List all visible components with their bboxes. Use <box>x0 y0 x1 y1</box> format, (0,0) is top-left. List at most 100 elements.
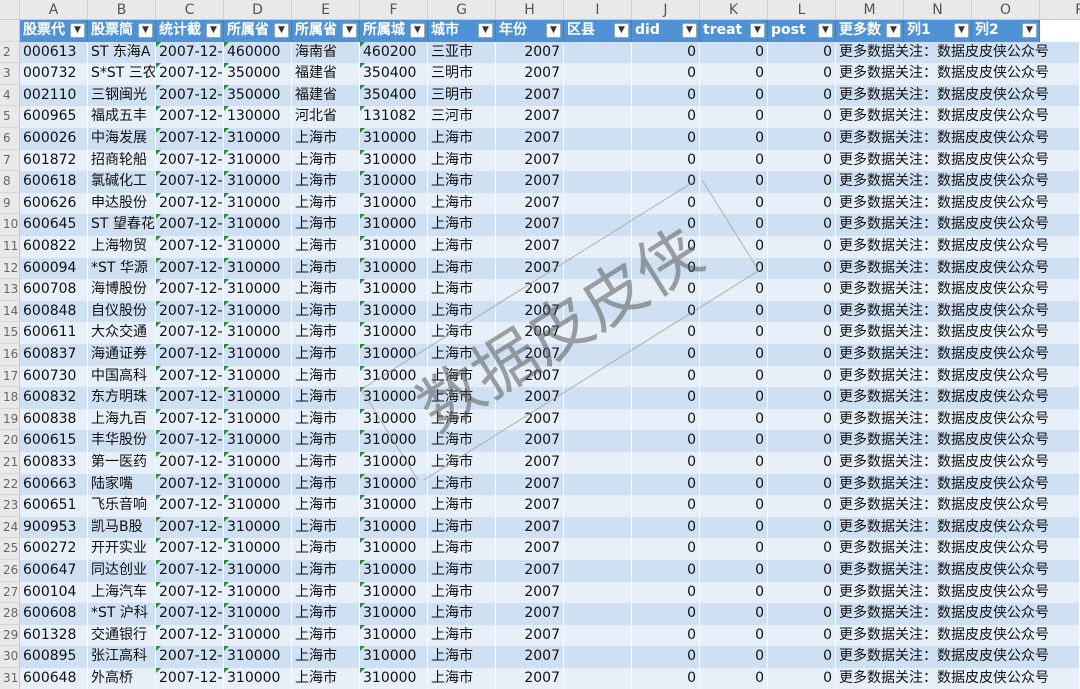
cell-treat[interactable]: 0 <box>700 41 768 64</box>
cell-county[interactable] <box>564 128 632 150</box>
cell-year[interactable]: 2007 <box>496 646 564 668</box>
row-number[interactable]: 11 <box>0 236 20 258</box>
column-header-d[interactable]: D <box>224 0 292 20</box>
cell-more[interactable]: 更多数据关注：数据皮皮侠公众号 <box>836 279 1080 301</box>
cell-date[interactable]: 2007-12-3 <box>156 214 224 236</box>
cell-more[interactable]: 更多数据关注：数据皮皮侠公众号 <box>836 516 1080 539</box>
cell-treat[interactable]: 0 <box>700 430 768 452</box>
cell-treat[interactable]: 0 <box>700 257 768 280</box>
cell-name[interactable]: 同达创业 <box>88 560 156 582</box>
header-cell-j[interactable]: did ▼ <box>632 20 700 42</box>
cell-prov[interactable]: 上海市 <box>292 300 360 323</box>
cell-name[interactable]: 大众交通 <box>88 322 156 344</box>
cell-prov[interactable]: 上海市 <box>292 149 360 172</box>
cell-post[interactable]: 0 <box>768 516 836 539</box>
cell-date[interactable]: 2007-12-3 <box>156 538 224 560</box>
cell-date[interactable]: 2007-12-3 <box>156 84 224 107</box>
cell-treat[interactable]: 0 <box>700 408 768 431</box>
cell-name[interactable]: 自仪股份 <box>88 300 156 323</box>
cell-county[interactable] <box>564 430 632 452</box>
cell-city[interactable]: 三明市 <box>428 63 496 85</box>
cell-county[interactable] <box>564 495 632 517</box>
cell-date[interactable]: 2007-12-3 <box>156 149 224 172</box>
cell-prov[interactable]: 上海市 <box>292 430 360 452</box>
cell-city[interactable]: 上海市 <box>428 387 496 409</box>
cell-treat[interactable]: 0 <box>700 236 768 258</box>
cell-year[interactable]: 2007 <box>496 408 564 431</box>
column-header-a[interactable]: A <box>20 0 88 20</box>
row-number[interactable]: 29 <box>0 624 20 647</box>
column-header-c[interactable]: C <box>156 0 224 20</box>
cell-name[interactable]: 交通银行 <box>88 624 156 647</box>
cell-city[interactable]: 上海市 <box>428 452 496 474</box>
cell-did[interactable]: 0 <box>632 84 700 107</box>
cell-county[interactable] <box>564 84 632 107</box>
cell-post[interactable]: 0 <box>768 63 836 85</box>
cell-date[interactable]: 2007-12-3 <box>156 300 224 323</box>
cell-treat[interactable]: 0 <box>700 646 768 668</box>
cell-prov_code[interactable]: 310000 <box>224 149 292 172</box>
cell-year[interactable]: 2007 <box>496 106 564 128</box>
cell-post[interactable]: 0 <box>768 668 836 689</box>
cell-more[interactable]: 更多数据关注：数据皮皮侠公众号 <box>836 452 1080 474</box>
cell-year[interactable]: 2007 <box>496 149 564 172</box>
cell-prov[interactable]: 上海市 <box>292 408 360 431</box>
cell-code[interactable]: 600611 <box>20 322 88 344</box>
cell-name[interactable]: 海博股份 <box>88 279 156 301</box>
cell-city_code[interactable]: 310000 <box>360 365 428 388</box>
cell-date[interactable]: 2007-12-3 <box>156 128 224 150</box>
cell-date[interactable]: 2007-12-3 <box>156 430 224 452</box>
cell-prov[interactable]: 上海市 <box>292 279 360 301</box>
cell-county[interactable] <box>564 236 632 258</box>
cell-name[interactable]: 飞乐音响 <box>88 495 156 517</box>
row-number[interactable]: 30 <box>0 646 20 668</box>
cell-code[interactable]: 600618 <box>20 171 88 193</box>
cell-prov[interactable]: 上海市 <box>292 495 360 517</box>
cell-did[interactable]: 0 <box>632 538 700 560</box>
cell-year[interactable]: 2007 <box>496 63 564 85</box>
cell-city[interactable]: 三亚市 <box>428 41 496 64</box>
cell-city[interactable]: 上海市 <box>428 473 496 496</box>
dropdown-filter-icon[interactable]: ▼ <box>206 23 221 38</box>
cell-year[interactable]: 2007 <box>496 300 564 323</box>
cell-prov[interactable]: 上海市 <box>292 171 360 193</box>
cell-did[interactable]: 0 <box>632 63 700 85</box>
cell-city[interactable]: 三明市 <box>428 84 496 107</box>
header-cell-l[interactable]: post ▼ <box>768 20 836 42</box>
cell-date[interactable]: 2007-12-3 <box>156 344 224 366</box>
cell-more[interactable]: 更多数据关注：数据皮皮侠公众号 <box>836 322 1080 344</box>
cell-more[interactable]: 更多数据关注：数据皮皮侠公众号 <box>836 668 1080 689</box>
dropdown-filter-icon[interactable]: ▼ <box>478 23 493 38</box>
cell-city[interactable]: 上海市 <box>428 257 496 280</box>
cell-more[interactable]: 更多数据关注：数据皮皮侠公众号 <box>836 128 1080 150</box>
cell-county[interactable] <box>564 365 632 388</box>
column-header-o[interactable]: O <box>972 0 1040 20</box>
cell-prov_code[interactable]: 310000 <box>224 538 292 560</box>
cell-year[interactable]: 2007 <box>496 387 564 409</box>
cell-post[interactable]: 0 <box>768 171 836 193</box>
cell-treat[interactable]: 0 <box>700 106 768 128</box>
cell-did[interactable]: 0 <box>632 257 700 280</box>
cell-post[interactable]: 0 <box>768 300 836 323</box>
cell-code[interactable]: 601872 <box>20 149 88 172</box>
cell-year[interactable]: 2007 <box>496 473 564 496</box>
cell-city_code[interactable]: 310000 <box>360 192 428 215</box>
row-number[interactable]: 25 <box>0 538 20 560</box>
cell-city_code[interactable]: 310000 <box>360 408 428 431</box>
cell-did[interactable]: 0 <box>632 279 700 301</box>
cell-more[interactable]: 更多数据关注：数据皮皮侠公众号 <box>836 387 1080 409</box>
cell-post[interactable]: 0 <box>768 581 836 604</box>
row-number[interactable]: 5 <box>0 106 20 128</box>
cell-city_code[interactable]: 310000 <box>360 322 428 344</box>
cell-name[interactable]: 上海九百 <box>88 408 156 431</box>
cell-post[interactable]: 0 <box>768 495 836 517</box>
cell-more[interactable]: 更多数据关注：数据皮皮侠公众号 <box>836 473 1080 496</box>
cell-county[interactable] <box>564 452 632 474</box>
cell-prov_code[interactable]: 310000 <box>224 214 292 236</box>
row-number[interactable]: 20 <box>0 430 20 452</box>
header-cell-o[interactable]: 列2 ▼ <box>972 20 1040 42</box>
cell-date[interactable]: 2007-12-3 <box>156 408 224 431</box>
cell-prov_code[interactable]: 310000 <box>224 192 292 215</box>
cell-post[interactable]: 0 <box>768 408 836 431</box>
dropdown-filter-icon[interactable]: ▼ <box>70 23 85 38</box>
